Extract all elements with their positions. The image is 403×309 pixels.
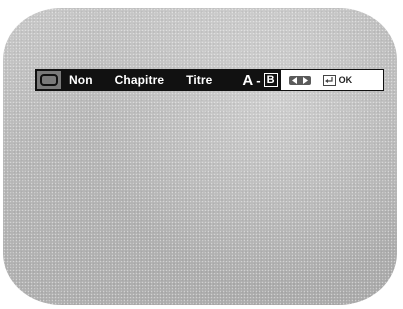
key-hint-panel: OK [280, 69, 384, 91]
repeat-option-titre[interactable]: Titre [186, 73, 212, 87]
repeat-ab-dash: - [256, 72, 261, 88]
repeat-ab-b-label[interactable]: B [263, 73, 278, 87]
repeat-option-chapitre[interactable]: Chapitre [115, 73, 164, 87]
enter-key-icon [322, 74, 336, 86]
repeat-option-non[interactable]: Non [69, 73, 93, 87]
ok-hint-label: OK [338, 75, 353, 85]
tv-screen: Non Chapitre Titre A - B OK [3, 8, 397, 305]
repeat-ab-a-label[interactable]: A [242, 72, 253, 89]
repeat-osd-bar: Non Chapitre Titre A - B OK [35, 69, 384, 91]
repeat-loop-icon [37, 71, 61, 89]
repeat-options-panel: Non Chapitre Titre A - B [35, 69, 281, 91]
left-right-arrows-icon [288, 75, 311, 85]
